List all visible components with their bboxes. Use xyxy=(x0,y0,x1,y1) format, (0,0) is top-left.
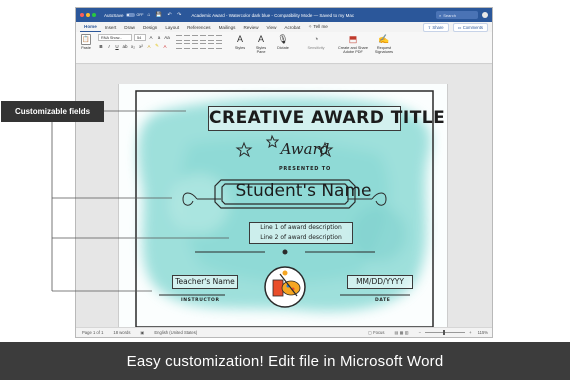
callout-leader-lines xyxy=(51,110,229,292)
promo-image: AutoSave OFF ⌂ 💾 ↶ ↷ Academic Award - Wa… xyxy=(0,0,570,380)
customizable-fields-callout: Customizable fields xyxy=(1,101,104,122)
promo-banner: Easy customization! Edit file in Microso… xyxy=(0,342,570,380)
